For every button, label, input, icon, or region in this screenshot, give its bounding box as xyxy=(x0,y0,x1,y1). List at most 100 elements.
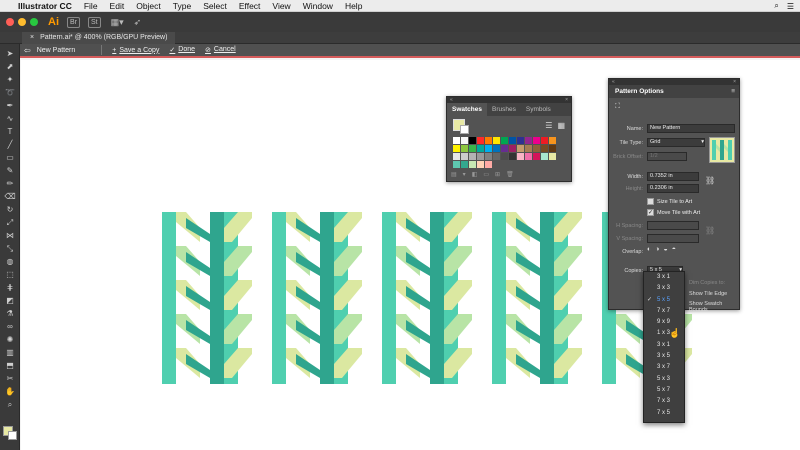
width-field[interactable]: 0.7352 in xyxy=(647,172,699,181)
link-spacing-icon[interactable]: ⛓ xyxy=(705,226,715,235)
swatch-3[interactable] xyxy=(477,137,484,144)
swatch-17[interactable] xyxy=(485,145,492,152)
copies-option[interactable]: 3 x 7 xyxy=(644,362,684,373)
swatch-25[interactable] xyxy=(549,145,556,152)
pen-tool-icon[interactable]: ✒ xyxy=(0,99,20,112)
none-swatch[interactable] xyxy=(460,125,469,134)
menu-type[interactable]: Type xyxy=(173,1,191,11)
stock-button[interactable]: St xyxy=(88,16,101,28)
swatch-21[interactable] xyxy=(517,145,524,152)
swatch-20[interactable] xyxy=(509,145,516,152)
zoom-window-button[interactable] xyxy=(30,18,38,26)
symbol-sprayer-tool-icon[interactable]: ✺ xyxy=(0,333,20,346)
swatch-30[interactable] xyxy=(485,153,492,160)
right-in-front-icon[interactable]: ◑ xyxy=(655,246,659,253)
shape-builder-tool-icon[interactable]: ◍ xyxy=(0,255,20,268)
menu-edit[interactable]: Edit xyxy=(110,1,125,11)
menu-file[interactable]: File xyxy=(84,1,98,11)
pencil-tool-icon[interactable]: ✏ xyxy=(0,177,20,190)
panel-menu-icon[interactable]: ≡ xyxy=(731,85,735,98)
done-button[interactable]: ✓ Done xyxy=(169,46,195,54)
swatch-6[interactable] xyxy=(501,137,508,144)
copies-option[interactable]: 5 x 7 xyxy=(644,385,684,396)
new-color-group-icon[interactable]: ▭ xyxy=(483,171,489,178)
swatch-16[interactable] xyxy=(477,145,484,152)
back-arrow-icon[interactable]: ⇦ xyxy=(24,46,31,55)
tab-swatches[interactable]: Swatches xyxy=(447,103,487,116)
swatch-42[interactable] xyxy=(477,161,484,168)
link-proportions-icon[interactable]: ⛓ xyxy=(705,176,715,185)
move-tile-with-art-checkbox[interactable]: ✓ Move Tile with Art xyxy=(647,209,700,216)
menu-view[interactable]: View xyxy=(272,1,290,11)
search-icon[interactable]: ⌕ xyxy=(774,1,778,11)
menu-help[interactable]: Help xyxy=(345,1,362,11)
gpu-rocket-icon[interactable]: ➶ xyxy=(134,17,142,28)
copies-option[interactable]: 7 x 5 xyxy=(644,408,684,419)
swatch-28[interactable] xyxy=(469,153,476,160)
swatch-13[interactable] xyxy=(453,145,460,152)
zoom-tool-icon[interactable]: ⌕ xyxy=(0,398,20,411)
scale-tool-icon[interactable]: ⤢ xyxy=(0,216,20,229)
artboard-tool-icon[interactable]: ⬒ xyxy=(0,359,20,372)
swatch-41[interactable] xyxy=(469,161,476,168)
copies-option[interactable]: ✓ 5 x 5 xyxy=(644,295,684,306)
top-in-front-icon[interactable]: ◒ xyxy=(663,246,667,253)
swatch-libraries-icon[interactable]: ▤ xyxy=(451,171,457,178)
copies-option[interactable]: 7 x 7 xyxy=(644,306,684,317)
bottom-in-front-icon[interactable]: ◓ xyxy=(672,246,676,253)
type-tool-icon[interactable]: T xyxy=(0,125,20,138)
swatch-4[interactable] xyxy=(485,137,492,144)
swatch-38[interactable] xyxy=(549,153,556,160)
rotate-tool-icon[interactable]: ↻ xyxy=(0,203,20,216)
copies-option[interactable]: 3 x 5 xyxy=(644,351,684,362)
cancel-button[interactable]: ⊘ Cancel xyxy=(205,46,236,54)
eraser-tool-icon[interactable]: ⌫ xyxy=(0,190,20,203)
width-tool-icon[interactable]: ⋈ xyxy=(0,229,20,242)
copies-option[interactable]: 5 x 3 xyxy=(644,374,684,385)
minimize-window-button[interactable] xyxy=(18,18,26,26)
tab-brushes[interactable]: Brushes xyxy=(487,103,521,116)
paintbrush-tool-icon[interactable]: ✎ xyxy=(0,164,20,177)
curvature-tool-icon[interactable]: ∿ xyxy=(0,112,20,125)
free-transform-tool-icon[interactable]: ⤡ xyxy=(0,242,20,255)
v-spacing-field[interactable] xyxy=(647,234,699,243)
brick-offset-select[interactable]: 1/2 xyxy=(647,152,687,161)
blend-tool-icon[interactable]: ∞ xyxy=(0,320,20,333)
document-tab[interactable]: × Pattern.ai* @ 400% (RGB/GPU Preview) xyxy=(22,32,176,44)
swatch-15[interactable] xyxy=(469,145,476,152)
menu-effect[interactable]: Effect xyxy=(239,1,261,11)
line-tool-icon[interactable]: ╱ xyxy=(0,138,20,151)
swatch-29[interactable] xyxy=(477,153,484,160)
swatch-31[interactable] xyxy=(493,153,500,160)
swatch-0[interactable] xyxy=(453,137,460,144)
copies-option[interactable]: 3 x 1 xyxy=(644,340,684,351)
slice-tool-icon[interactable]: ✂ xyxy=(0,372,20,385)
name-field[interactable]: New Pattern xyxy=(647,124,735,133)
swatch-5[interactable] xyxy=(493,137,500,144)
save-copy-button[interactable]: + Save a Copy xyxy=(112,47,159,54)
stroke-swatch[interactable] xyxy=(8,431,17,440)
lasso-tool-icon[interactable]: ➰ xyxy=(0,86,20,99)
swatch-12[interactable] xyxy=(549,137,556,144)
swatch-19[interactable] xyxy=(501,145,508,152)
show-kinds-icon[interactable]: ▾ xyxy=(463,171,466,178)
swatch-40[interactable] xyxy=(461,161,468,168)
swatch-34[interactable] xyxy=(517,153,524,160)
copies-option[interactable]: 3 x 3 xyxy=(644,283,684,294)
bridge-button[interactable]: Br xyxy=(67,16,80,28)
swatch-7[interactable] xyxy=(509,137,516,144)
close-tab-icon[interactable]: × xyxy=(30,32,34,44)
left-in-front-icon[interactable]: ◐ xyxy=(647,246,651,253)
swatch-9[interactable] xyxy=(525,137,532,144)
grid-view-icon[interactable]: ▦ xyxy=(557,121,565,130)
swatch-27[interactable] xyxy=(461,153,468,160)
swatch-33[interactable] xyxy=(509,153,516,160)
swatch-24[interactable] xyxy=(541,145,548,152)
menu-object[interactable]: Object xyxy=(136,1,161,11)
perspective-tool-icon[interactable]: ⬚ xyxy=(0,268,20,281)
rectangle-tool-icon[interactable]: ▭ xyxy=(0,151,20,164)
swatch-23[interactable] xyxy=(533,145,540,152)
delete-swatch-icon[interactable]: 🗑 xyxy=(506,171,514,178)
menu-app-name[interactable]: Illustrator CC xyxy=(18,1,72,11)
swatch-8[interactable] xyxy=(517,137,524,144)
